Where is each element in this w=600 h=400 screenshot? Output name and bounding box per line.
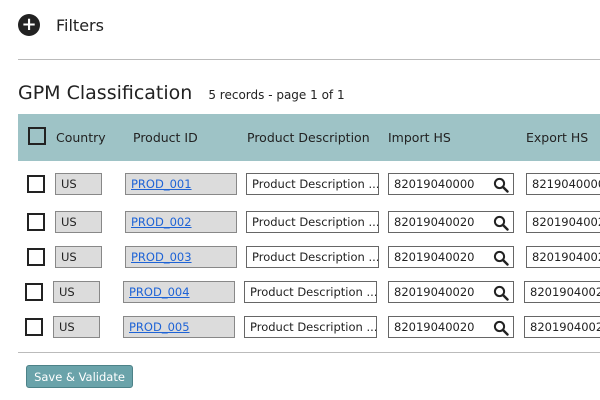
country-value: US xyxy=(61,177,77,191)
export-hs-value: 82019040020 xyxy=(530,320,600,334)
product-id-link[interactable]: PROD_004 xyxy=(129,285,190,299)
import-hs-input[interactable]: 82019040000 xyxy=(388,173,514,195)
import-hs-value: 82019040020 xyxy=(394,320,475,334)
product-description-value: Product Description .... xyxy=(252,215,379,229)
select-all-checkbox[interactable] xyxy=(28,127,46,145)
product-id-field: PROD_003 xyxy=(125,246,237,268)
column-header-country[interactable]: Country xyxy=(56,114,106,161)
import-hs-input[interactable]: 82019040020 xyxy=(388,246,514,268)
product-id-field: PROD_005 xyxy=(123,316,235,338)
export-hs-input[interactable]: 82019040020 xyxy=(526,211,600,233)
page-title: GPM Classification xyxy=(18,82,193,104)
table-row: US PROD_004 Product Description .... 820… xyxy=(18,278,600,306)
plus-circle-icon[interactable]: + xyxy=(18,14,40,36)
column-header-import-hs[interactable]: Import HS xyxy=(388,114,451,161)
import-hs-input[interactable]: 82019040020 xyxy=(388,211,514,233)
table-row: US PROD_003 Product Description .... 820… xyxy=(18,243,600,271)
product-id-link[interactable]: PROD_002 xyxy=(131,215,192,229)
country-value: US xyxy=(61,250,77,264)
search-icon[interactable] xyxy=(493,320,509,336)
export-hs-value: 82019040020 xyxy=(530,285,600,299)
row-checkbox[interactable] xyxy=(27,213,45,231)
product-description-input[interactable]: Product Description .... xyxy=(246,173,379,195)
filters-label: Filters xyxy=(56,15,104,35)
import-hs-value: 82019040020 xyxy=(394,215,475,229)
product-description-value: Product Description .... xyxy=(252,177,379,191)
table-row: US PROD_002 Product Description .... 820… xyxy=(18,208,600,236)
divider xyxy=(18,352,600,353)
product-id-link[interactable]: PROD_005 xyxy=(129,320,190,334)
import-hs-value: 82019040020 xyxy=(394,250,475,264)
product-id-link[interactable]: PROD_001 xyxy=(131,177,192,191)
export-hs-input[interactable]: 82190400000 xyxy=(526,173,600,195)
export-hs-input[interactable]: 82019040020 xyxy=(526,246,600,268)
product-description-value: Product Description .... xyxy=(250,320,377,334)
country-field: US xyxy=(55,211,102,233)
product-description-input[interactable]: Product Description .... xyxy=(244,281,377,303)
import-hs-value: 82019040020 xyxy=(394,285,475,299)
search-icon[interactable] xyxy=(493,250,509,266)
country-value: US xyxy=(61,215,77,229)
section-header: GPM Classification 5 records - page 1 of… xyxy=(18,82,345,104)
export-hs-input[interactable]: 82019040020 xyxy=(524,316,600,338)
country-value: US xyxy=(59,320,75,334)
table-row: US PROD_001 Product Description .... 820… xyxy=(18,170,600,198)
country-field: US xyxy=(53,316,100,338)
table-row: US PROD_005 Product Description .... 820… xyxy=(18,313,600,341)
search-icon[interactable] xyxy=(493,285,509,301)
import-hs-input[interactable]: 82019040020 xyxy=(388,281,514,303)
product-id-field: PROD_002 xyxy=(125,211,237,233)
search-icon[interactable] xyxy=(493,177,509,193)
column-header-export-hs[interactable]: Export HS xyxy=(526,114,588,161)
product-id-field: PROD_001 xyxy=(125,173,237,195)
table-header: Country Product ID Product Description I… xyxy=(18,114,600,161)
export-hs-value: 82190400000 xyxy=(532,177,600,191)
divider xyxy=(18,59,600,60)
product-description-input[interactable]: Product Description .... xyxy=(246,246,379,268)
product-description-value: Product Description .... xyxy=(250,285,377,299)
country-field: US xyxy=(55,173,102,195)
country-field: US xyxy=(53,281,100,303)
row-checkbox[interactable] xyxy=(25,318,43,336)
export-hs-input[interactable]: 82019040020 xyxy=(524,281,600,303)
filters-toggle[interactable]: + Filters xyxy=(18,14,104,36)
row-checkbox[interactable] xyxy=(27,248,45,266)
search-icon[interactable] xyxy=(493,215,509,231)
export-hs-value: 82019040020 xyxy=(532,250,600,264)
column-header-product-description[interactable]: Product Description xyxy=(247,114,370,161)
row-checkbox[interactable] xyxy=(25,283,43,301)
import-hs-value: 82019040000 xyxy=(394,177,475,191)
import-hs-input[interactable]: 82019040020 xyxy=(388,316,514,338)
save-validate-button[interactable]: Save & Validate xyxy=(26,365,133,388)
country-field: US xyxy=(55,246,102,268)
country-value: US xyxy=(59,285,75,299)
product-description-input[interactable]: Product Description .... xyxy=(246,211,379,233)
product-id-link[interactable]: PROD_003 xyxy=(131,250,192,264)
column-header-product-id[interactable]: Product ID xyxy=(133,114,198,161)
records-count: 5 records - page 1 of 1 xyxy=(208,88,345,102)
product-description-value: Product Description .... xyxy=(252,250,379,264)
row-checkbox[interactable] xyxy=(27,175,45,193)
product-description-input[interactable]: Product Description .... xyxy=(244,316,377,338)
product-id-field: PROD_004 xyxy=(123,281,235,303)
export-hs-value: 82019040020 xyxy=(532,215,600,229)
